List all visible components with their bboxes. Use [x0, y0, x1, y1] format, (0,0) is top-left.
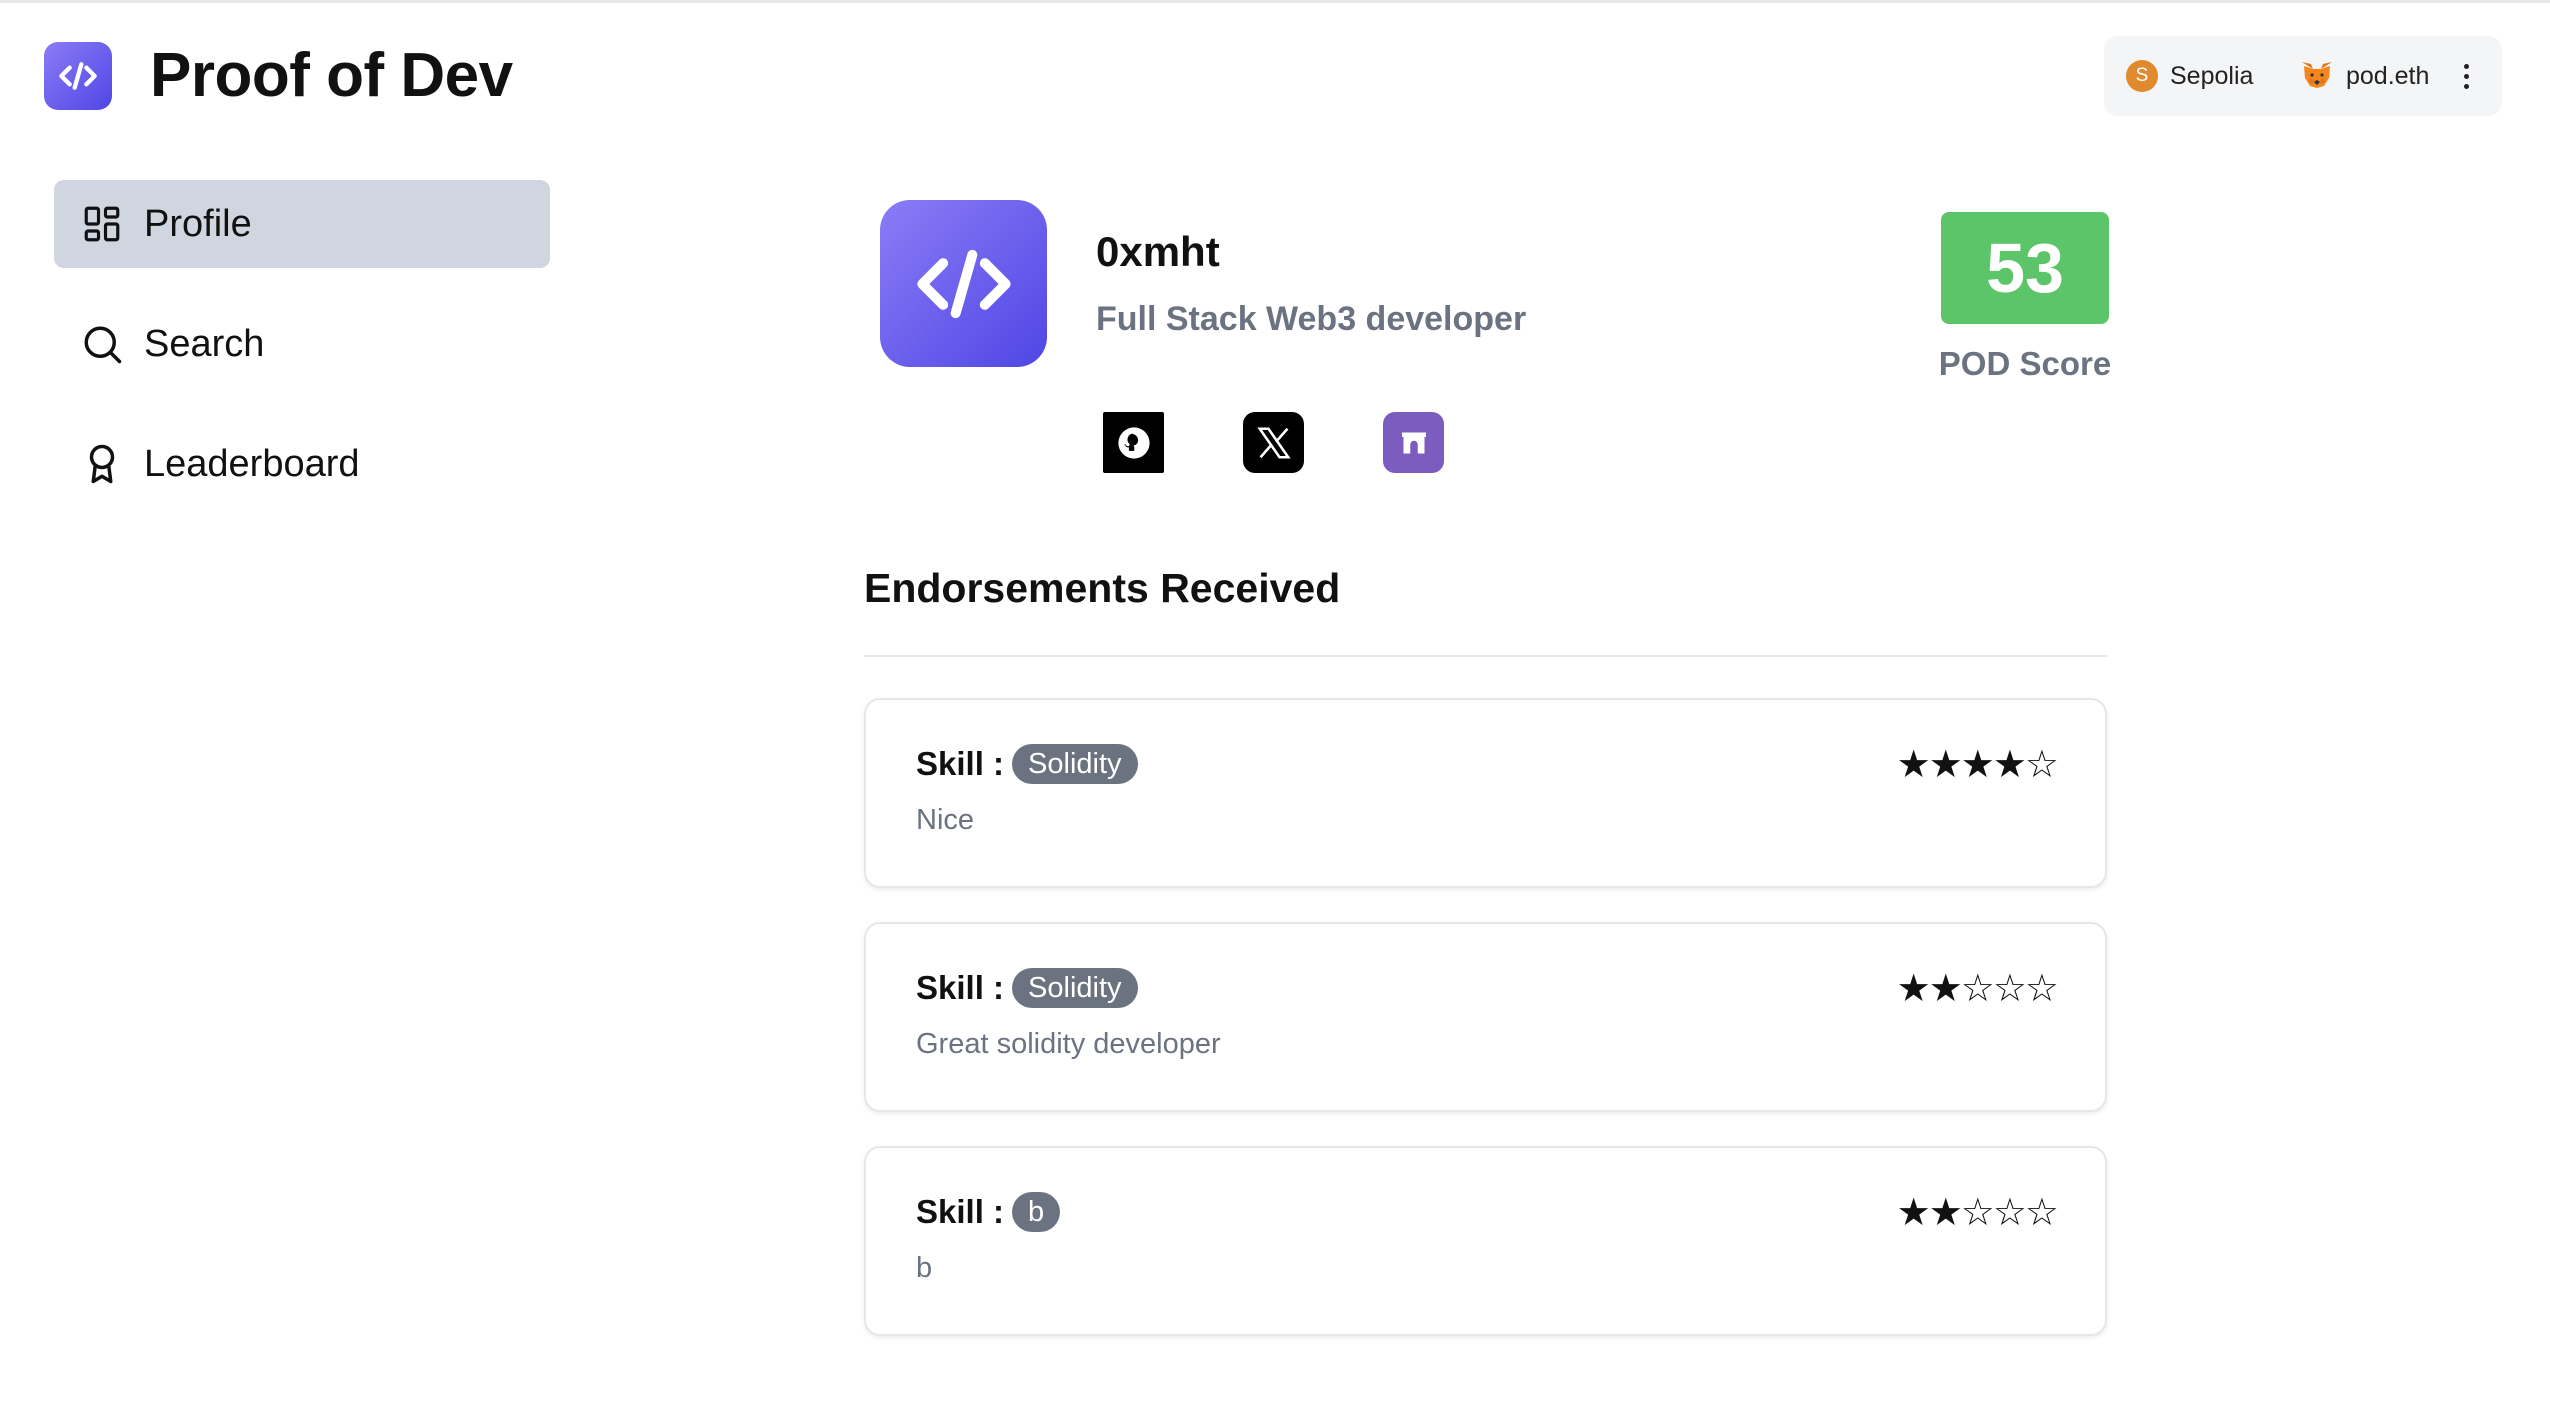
skill-row: Skill : Solidity [916, 968, 1138, 1008]
skill-label: Skill : [916, 969, 1005, 1006]
sidebar-item-search[interactable]: Search [54, 300, 550, 388]
star-rating: ★★☆☆☆ [1896, 1190, 2059, 1234]
profile-bio: Full Stack Web3 developer [1096, 300, 1527, 338]
skill-row: Skill : Solidity [916, 744, 1138, 784]
x-link[interactable] [1243, 412, 1304, 473]
section-divider [864, 655, 2107, 657]
app-title: Proof of Dev [150, 41, 513, 110]
endorsement-card: Skill : Solidity Great solidity develope… [864, 922, 2107, 1112]
pod-score-value: 53 [1941, 212, 2109, 324]
sidebar-item-label: Profile [144, 202, 252, 245]
skill-badge: b [1012, 1192, 1061, 1232]
pod-score-label: POD Score [1938, 345, 2112, 382]
sidebar-item-label: Leaderboard [144, 442, 360, 485]
endorsement-comment: b [916, 1252, 933, 1284]
network-selector[interactable]: Sepolia [2170, 60, 2253, 92]
skill-label: Skill : [916, 1193, 1005, 1230]
endorsement-card: Skill : b b ★★☆☆☆ [864, 1146, 2107, 1336]
top-border [0, 0, 2550, 3]
wallet-bar: S Sepolia pod.eth [2104, 36, 2502, 116]
endorsement-comment: Nice [916, 804, 975, 836]
code-icon [916, 249, 1011, 318]
skill-row: Skill : b [916, 1192, 1061, 1232]
farcaster-icon [1401, 432, 1426, 453]
account-button[interactable]: pod.eth [2346, 60, 2429, 92]
skill-badge: Solidity [1012, 744, 1138, 784]
award-icon [80, 442, 124, 486]
endorsement-comment: Great solidity developer [916, 1028, 1221, 1060]
star-rating: ★★★★☆ [1896, 742, 2059, 786]
x-icon [1256, 426, 1291, 459]
sidebar-item-leaderboard[interactable]: Leaderboard [54, 420, 550, 508]
sepolia-network-icon[interactable]: S [2126, 60, 2158, 92]
kebab-menu-icon[interactable] [2454, 56, 2478, 96]
star-rating: ★★☆☆☆ [1896, 966, 2059, 1010]
profile-avatar [880, 200, 1047, 367]
code-icon [59, 62, 97, 90]
endorsements-title: Endorsements Received [864, 565, 1341, 611]
sidebar-item-label: Search [144, 322, 265, 365]
endorsement-card: Skill : Solidity Nice ★★★★☆ [864, 698, 2107, 888]
farcaster-link[interactable] [1383, 412, 1444, 473]
profile-handle: 0xmht [1096, 228, 1220, 275]
github-link[interactable] [1103, 412, 1164, 473]
grid-icon [80, 202, 124, 246]
github-icon [1117, 426, 1150, 459]
skill-badge: Solidity [1012, 968, 1138, 1008]
search-icon [80, 322, 124, 366]
metamask-fox-icon [2302, 62, 2332, 88]
app-logo[interactable] [44, 42, 112, 110]
sidebar-item-profile[interactable]: Profile [54, 180, 550, 268]
skill-label: Skill : [916, 745, 1005, 782]
